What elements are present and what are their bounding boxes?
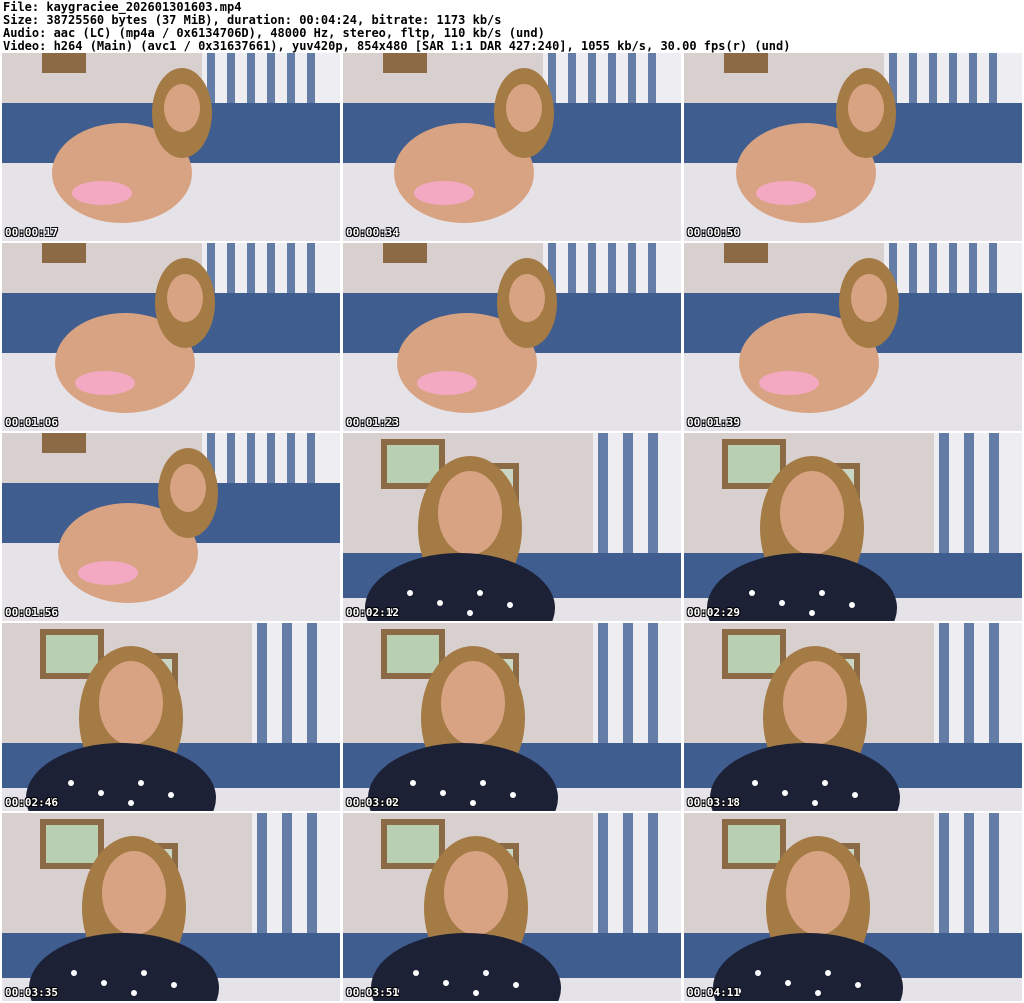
frame-image — [343, 433, 681, 621]
timestamp-label: 00:01:23 — [346, 416, 399, 429]
video-thumbnail[interactable]: 00:01:06 — [2, 243, 340, 431]
frame-image — [2, 433, 340, 621]
video-thumbnail[interactable]: 00:03:51 — [343, 813, 681, 1001]
frame-image — [2, 623, 340, 811]
frame-image — [684, 53, 1022, 241]
frame-image — [2, 243, 340, 431]
timestamp-label: 00:02:46 — [5, 796, 58, 809]
video-thumbnail[interactable]: 00:02:29 — [684, 433, 1022, 621]
frame-image — [684, 433, 1022, 621]
timestamp-label: 00:02:12 — [346, 606, 399, 619]
timestamp-label: 00:00:50 — [687, 226, 740, 239]
frame-image — [684, 623, 1022, 811]
video-thumbnail[interactable]: 00:00:50 — [684, 53, 1022, 241]
frame-image — [684, 243, 1022, 431]
video-thumbnail[interactable]: 00:01:23 — [343, 243, 681, 431]
thumbnail-grid: 00:00:17 00:00:34 00:00:50 00:01:06 00:0… — [2, 53, 1022, 1001]
frame-image — [343, 243, 681, 431]
frame-image — [343, 53, 681, 241]
video-thumbnail[interactable]: 00:00:17 — [2, 53, 340, 241]
timestamp-label: 00:01:56 — [5, 606, 58, 619]
timestamp-label: 00:03:35 — [5, 986, 58, 999]
timestamp-label: 00:00:34 — [346, 226, 399, 239]
video-thumbnail[interactable]: 00:01:56 — [2, 433, 340, 621]
video-thumbnail[interactable]: 00:03:02 — [343, 623, 681, 811]
timestamp-label: 00:02:29 — [687, 606, 740, 619]
timestamp-label: 00:03:18 — [687, 796, 740, 809]
timestamp-label: 00:00:17 — [5, 226, 58, 239]
video-thumbnail[interactable]: 00:01:39 — [684, 243, 1022, 431]
timestamp-label: 00:03:02 — [346, 796, 399, 809]
timestamp-label: 00:01:06 — [5, 416, 58, 429]
video-line: Video: h264 (Main) (avc1 / 0x31637661), … — [3, 39, 791, 53]
video-thumbnail[interactable]: 00:04:11 — [684, 813, 1022, 1001]
timestamp-label: 00:01:39 — [687, 416, 740, 429]
timestamp-label: 00:04:11 — [687, 986, 740, 999]
video-thumbnail[interactable]: 00:03:35 — [2, 813, 340, 1001]
frame-image — [684, 813, 1022, 1001]
frame-image — [2, 813, 340, 1001]
video-thumbnail[interactable]: 00:02:12 — [343, 433, 681, 621]
video-thumbnail[interactable]: 00:03:18 — [684, 623, 1022, 811]
frame-image — [343, 813, 681, 1001]
frame-image — [343, 623, 681, 811]
frame-image — [2, 53, 340, 241]
video-thumbnail[interactable]: 00:00:34 — [343, 53, 681, 241]
file-info-header: File: kaygraciee_202601301603.mp4 Size: 3… — [3, 1, 790, 53]
timestamp-label: 00:03:51 — [346, 986, 399, 999]
video-thumbnail[interactable]: 00:02:46 — [2, 623, 340, 811]
